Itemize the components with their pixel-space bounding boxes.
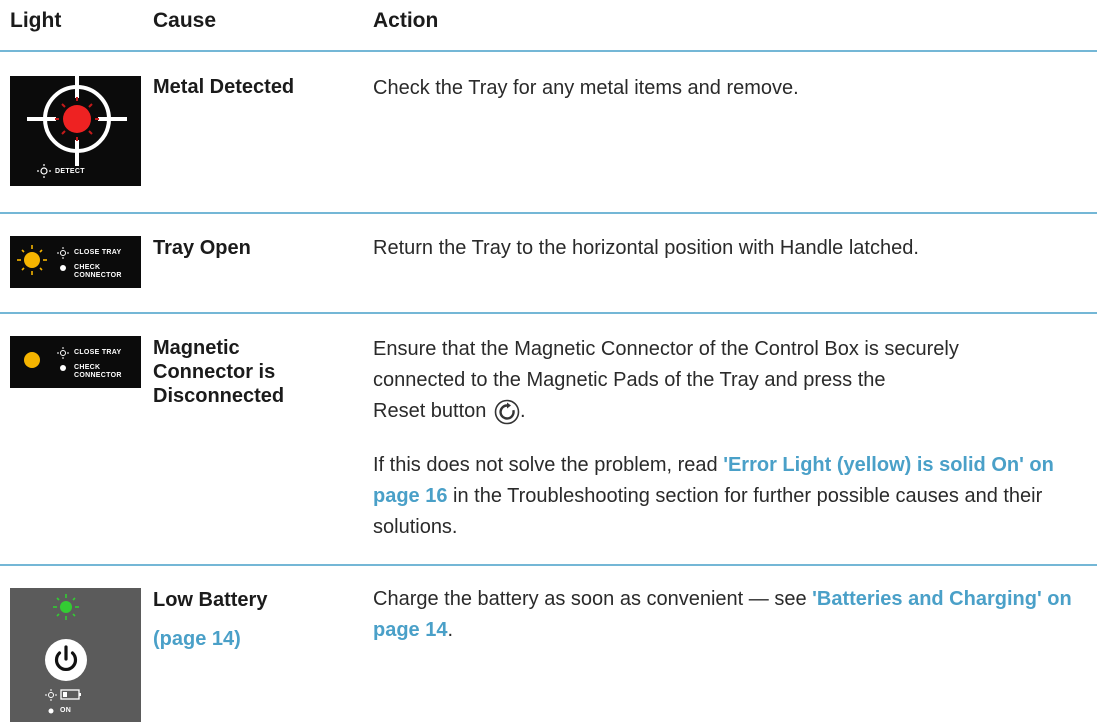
header-action: Action xyxy=(373,9,439,32)
check-label: CHECK xyxy=(74,264,101,271)
light-icon xyxy=(37,164,51,178)
follow-up-text: If this does not solve the problem, read… xyxy=(373,454,1054,538)
connector-label: CONNECTOR xyxy=(74,272,122,279)
close-tray-label: CLOSE TRAY xyxy=(74,249,122,256)
row-divider xyxy=(0,212,1097,214)
light-icon xyxy=(57,247,69,259)
yellow-light-icon xyxy=(24,252,40,268)
dot-icon xyxy=(60,265,66,271)
action-magnetic-disconnected: Ensure that the Magnetic Connector of th… xyxy=(373,334,1103,427)
header-divider xyxy=(0,50,1097,52)
header-light: Light xyxy=(10,9,62,32)
action-metal-detected: Check the Tray for any metal items and r… xyxy=(373,77,799,99)
dot-icon xyxy=(60,365,66,371)
row-divider xyxy=(0,312,1097,314)
tray-open-indicator: CLOSE TRAY CHECK CONNECTOR xyxy=(10,236,141,288)
cause-low-battery: Low Battery xyxy=(153,589,268,611)
yellow-light-icon xyxy=(24,352,40,368)
dot-icon xyxy=(48,708,54,714)
cause-tray-open: Tray Open xyxy=(153,237,251,259)
cause-magnetic-disconnected: Magnetic Connector is Disconnected xyxy=(153,337,285,407)
connector-indicator: CLOSE TRAY CHECK CONNECTOR xyxy=(10,336,141,388)
close-tray-label: CLOSE TRAY xyxy=(74,349,122,356)
low-battery-indicator: ON xyxy=(10,588,141,722)
on-label: ON xyxy=(60,707,72,714)
green-light-icon xyxy=(60,601,72,613)
header-cause: Cause xyxy=(153,9,217,32)
row-divider xyxy=(0,564,1097,566)
light-icon xyxy=(45,689,57,701)
action-low-battery: Charge the battery as soon as convenient… xyxy=(373,588,1072,641)
metal-detect-indicator: DETECT xyxy=(10,76,141,186)
reset-icon xyxy=(494,399,520,425)
detect-label: DETECT xyxy=(55,168,85,175)
low-battery-page-link[interactable]: (page 14) xyxy=(153,628,241,651)
check-label: CHECK xyxy=(74,364,101,371)
light-icon xyxy=(57,347,69,359)
action-tray-open: Return the Tray to the horizontal positi… xyxy=(373,237,919,259)
connector-label: CONNECTOR xyxy=(74,372,122,379)
cause-metal-detected: Metal Detected xyxy=(153,76,295,98)
